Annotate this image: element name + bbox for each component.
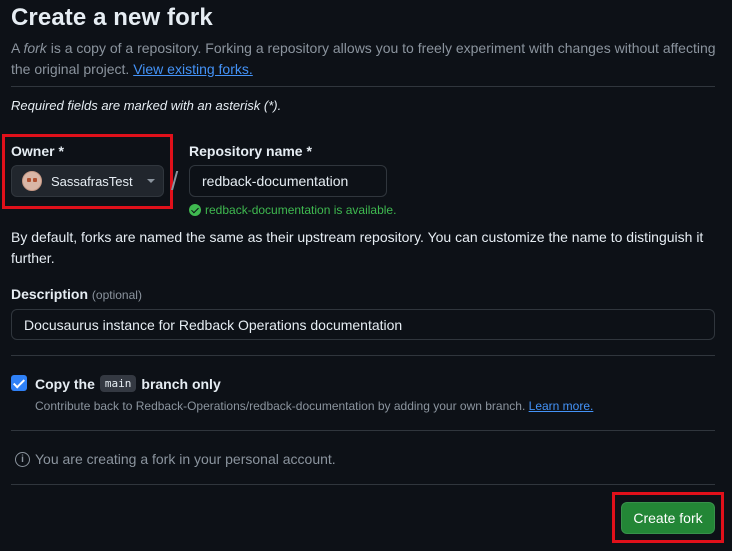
copy-suffix: branch only	[141, 375, 221, 392]
required-fields-note: Required fields are marked with an aster…	[11, 98, 282, 113]
info-icon: i	[15, 451, 30, 467]
intro-text: A fork is a copy of a repository. Forkin…	[11, 38, 721, 80]
copy-main-branch-label[interactable]: Copy the main branch only	[35, 375, 221, 392]
description-label: Description (optional)	[11, 286, 142, 302]
description-input[interactable]	[11, 309, 715, 340]
page-title: Create a new fork	[11, 4, 213, 31]
check-circle-icon	[189, 204, 201, 216]
repo-availability: redback-documentation is available.	[189, 203, 396, 217]
repo-name-input[interactable]	[189, 165, 387, 197]
divider	[11, 484, 715, 485]
chevron-down-icon	[146, 179, 155, 183]
description-optional: (optional)	[91, 288, 142, 302]
branch-name-code: main	[99, 375, 137, 392]
personal-account-text: You are creating a fork in your personal…	[35, 451, 336, 467]
intro-fork-word: fork	[23, 40, 47, 56]
naming-note: By default, forks are named the same as …	[11, 229, 704, 266]
intro-body: is a copy of a repository. Forking a rep…	[11, 40, 716, 77]
avatar	[22, 171, 42, 191]
divider	[11, 355, 715, 356]
owner-value: SassafrasTest	[51, 173, 133, 189]
owner-dropdown[interactable]: SassafrasTest	[11, 165, 164, 197]
divider	[11, 430, 715, 431]
contribute-text: Contribute back to Redback-Operations/re…	[35, 399, 526, 413]
copy-prefix: Copy the	[35, 375, 95, 392]
owner-label: Owner *	[11, 143, 64, 159]
divider	[11, 86, 715, 87]
create-fork-button[interactable]: Create fork	[621, 502, 715, 534]
repo-name-label: Repository name *	[189, 143, 312, 159]
intro-prefix: A	[11, 40, 24, 56]
personal-account-note: i You are creating a fork in your person…	[15, 451, 336, 467]
description-label-text: Description	[11, 286, 89, 302]
owner-repo-separator: /	[171, 166, 179, 196]
repo-available-text: redback-documentation is available.	[205, 203, 397, 217]
view-existing-forks-link[interactable]: View existing forks.	[133, 61, 253, 77]
learn-more-link[interactable]: Learn more.	[529, 399, 594, 413]
contribute-note: Contribute back to Redback-Operations/re…	[35, 399, 593, 413]
copy-main-branch-checkbox[interactable]	[11, 375, 27, 391]
